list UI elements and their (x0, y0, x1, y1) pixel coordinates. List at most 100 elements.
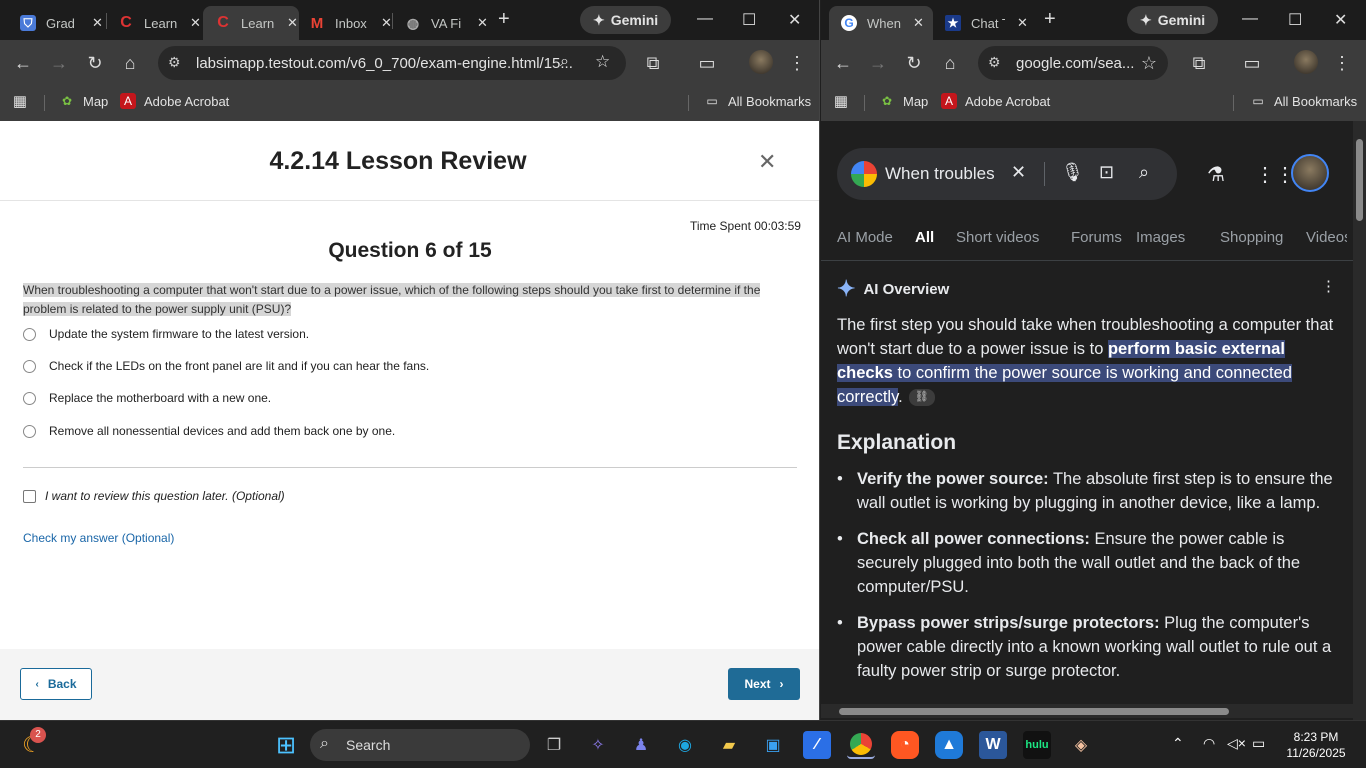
labs-flask-icon[interactable]: ⚗ (1207, 162, 1225, 187)
next-button[interactable]: Next › (728, 668, 800, 700)
layers-icon[interactable]: ◈ (1067, 731, 1095, 759)
file-explorer-icon[interactable]: ▰ (715, 731, 743, 759)
store-icon[interactable]: ▣ (759, 731, 787, 759)
close-icon[interactable]: ✕ (758, 149, 776, 175)
battery-icon[interactable]: ▭ (1252, 735, 1265, 752)
bookmark-map[interactable]: ✿ Map (59, 93, 108, 109)
answer-option-2[interactable]: Check if the LEDs on the front panel are… (23, 359, 429, 373)
radio-button[interactable] (23, 359, 36, 373)
chevron-up-icon[interactable]: ⌃ (1172, 735, 1184, 752)
close-tab-icon[interactable]: ✕ (1017, 15, 1028, 31)
extensions-icon[interactable]: ⧉ (1186, 50, 1212, 76)
back-arrow-icon[interactable]: ← (830, 50, 856, 76)
lens-camera-icon[interactable]: ⊡ (1099, 162, 1114, 183)
vpn-icon[interactable]: ▲ (935, 731, 963, 759)
extensions-icon[interactable]: ⧉ (640, 50, 666, 76)
new-tab-icon[interactable]: + (498, 8, 510, 31)
maximize-icon[interactable]: ☐ (1288, 10, 1302, 30)
site-info-icon[interactable]: ⚙ (988, 54, 1006, 72)
radio-button[interactable] (23, 327, 36, 341)
link-icon[interactable]: ⛓ (908, 389, 935, 407)
answer-option-4[interactable]: Remove all nonessential devices and add … (23, 424, 395, 438)
search-icon[interactable]: ⌕ (1139, 162, 1149, 183)
wifi-icon[interactable]: ◠ (1203, 735, 1215, 752)
taskbar-search[interactable]: ⌕ Search (310, 729, 530, 761)
answer-option-1[interactable]: Update the system firmware to the latest… (23, 327, 309, 341)
menu-kebab-icon[interactable]: ⋮ (784, 50, 810, 76)
tab-google-search[interactable]: G When ✕ (829, 6, 933, 40)
vertical-scrollbar[interactable] (1353, 121, 1366, 720)
windows-start-icon[interactable]: ⊞ (272, 731, 300, 759)
edge-icon[interactable]: ◉ (671, 731, 699, 759)
tab-va[interactable]: ◍ VA Fi ✕ (393, 6, 488, 40)
reload-icon[interactable]: ↻ (82, 50, 108, 76)
hulu-icon[interactable]: hulu (1023, 731, 1051, 759)
radio-button[interactable] (23, 391, 36, 405)
tab-shopping[interactable]: Shopping (1220, 229, 1283, 246)
close-tab-icon[interactable]: ✕ (913, 15, 924, 31)
more-options-icon[interactable]: ⋮ (1321, 277, 1336, 295)
horizontal-scrollbar[interactable] (821, 704, 1353, 718)
tab-grades[interactable]: ⛉ Grad ✕ (8, 6, 103, 40)
check-answer-link[interactable]: Check my answer (Optional) (23, 531, 174, 545)
apps-grid-icon[interactable]: ⋮⋮ (1255, 162, 1295, 187)
search-box[interactable]: When troubleshooting a computer ✕ 🎙 ⊡ ⌕ (837, 148, 1177, 200)
all-bookmarks[interactable]: ▭ All Bookmarks (1250, 93, 1357, 109)
close-window-icon[interactable]: ✕ (788, 10, 801, 30)
system-clock[interactable]: 8:23 PM 11/26/2025 (1276, 729, 1356, 761)
apps-grid-icon[interactable]: ▦ (833, 93, 857, 110)
copilot-icon[interactable]: ✧ (584, 731, 612, 759)
forward-arrow-icon[interactable]: → (46, 50, 72, 76)
apps-grid-icon[interactable]: ▦ (12, 93, 36, 110)
word-icon[interactable]: W (979, 731, 1007, 759)
close-window-icon[interactable]: ✕ (1334, 10, 1347, 30)
new-tab-icon[interactable]: + (1044, 8, 1056, 31)
search-query[interactable]: When troubleshooting a computer (885, 164, 995, 184)
tab-all[interactable]: All (915, 229, 934, 246)
teams-icon[interactable]: ♟ (627, 731, 655, 759)
minimize-icon[interactable]: — (697, 10, 713, 28)
scrollbar-thumb[interactable] (1356, 139, 1363, 221)
gemini-button[interactable]: ✦ Gemini (1127, 6, 1219, 34)
radio-button[interactable] (23, 424, 36, 438)
back-arrow-icon[interactable]: ← (10, 50, 36, 76)
tab-ai-mode[interactable]: AI Mode (837, 229, 893, 246)
forward-arrow-icon[interactable]: → (865, 50, 891, 76)
chrome-icon[interactable] (847, 731, 875, 759)
tab-inbox[interactable]: M Inbox ✕ (297, 6, 392, 40)
zoom-icon[interactable]: ⌕ (560, 53, 569, 71)
close-tab-icon[interactable]: ✕ (190, 15, 201, 31)
tab-images[interactable]: Images (1136, 229, 1185, 246)
task-view-icon[interactable]: ❐ (540, 731, 568, 759)
scrollbar-thumb[interactable] (839, 708, 1229, 715)
minimize-icon[interactable]: — (1242, 10, 1258, 28)
site-info-icon[interactable]: ⚙ (168, 54, 186, 72)
bookmark-adobe[interactable]: A Adobe Acrobat (941, 93, 1050, 109)
tab-forums[interactable]: Forums (1071, 229, 1122, 246)
home-icon[interactable]: ⌂ (937, 50, 963, 76)
menu-kebab-icon[interactable]: ⋮ (1329, 50, 1355, 76)
profile-avatar[interactable] (1294, 50, 1318, 74)
account-avatar[interactable] (1291, 154, 1329, 192)
profile-avatar[interactable] (749, 50, 773, 74)
all-bookmarks[interactable]: ▭ All Bookmarks (704, 93, 811, 109)
bookmark-adobe[interactable]: A Adobe Acrobat (120, 93, 229, 109)
close-tab-icon[interactable]: ✕ (477, 15, 488, 31)
answer-option-3[interactable]: Replace the motherboard with a new one. (23, 391, 271, 405)
bookmark-star-icon[interactable]: ☆ (595, 52, 610, 72)
microphone-icon[interactable]: 🎙 (1061, 162, 1084, 183)
maximize-icon[interactable]: ☐ (742, 10, 756, 30)
tab-learn-1[interactable]: C Learn ✕ (106, 6, 201, 40)
bookmark-map[interactable]: ✿ Map (879, 93, 928, 109)
orange-app-icon[interactable]: ◔ (891, 731, 919, 759)
tab-videos[interactable]: Videos (1306, 229, 1347, 246)
address-bar[interactable]: ⚙ labsimapp.testout.com/v6_0_700/exam-en… (158, 46, 626, 80)
tab-learn-active[interactable]: C Learn ✕ (203, 6, 299, 40)
bookmark-star-icon[interactable]: ☆ (1136, 50, 1162, 76)
back-button[interactable]: ‹ Back (20, 668, 92, 700)
tab-chat[interactable]: ★ Chat T ✕ (933, 6, 1028, 40)
volume-muted-icon[interactable]: ◁× (1227, 735, 1246, 752)
gemini-button[interactable]: ✦ Gemini (580, 6, 672, 34)
close-tab-icon[interactable]: ✕ (381, 15, 392, 31)
tab-search-icon[interactable]: ▭ (694, 50, 720, 76)
